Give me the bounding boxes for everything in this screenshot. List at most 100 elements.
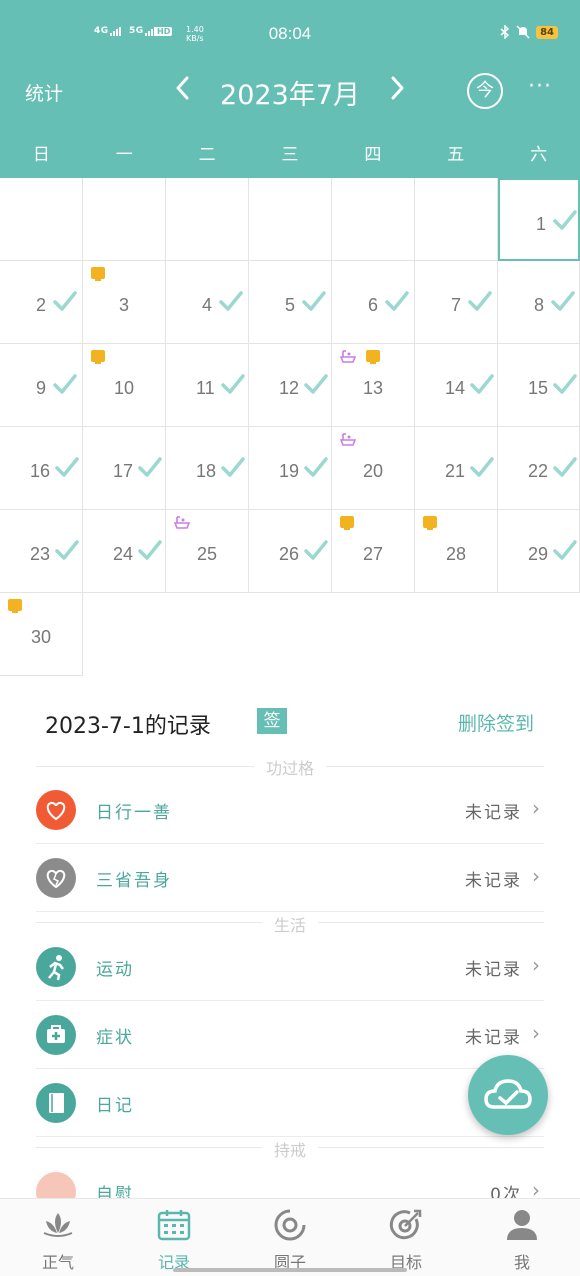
day-number: 26: [279, 544, 300, 564]
calendar-day-15[interactable]: 15: [498, 344, 580, 427]
calendar-day-17[interactable]: 17: [83, 427, 166, 510]
notebook-icon: [36, 1083, 76, 1123]
weekday-wed: 三: [281, 145, 299, 165]
calendar-icon: [157, 1210, 191, 1241]
calendar-day-30[interactable]: 30: [0, 593, 83, 676]
check-icon: [553, 540, 577, 560]
calendar-empty-cell: [0, 178, 83, 261]
weekday-header: 日 一 二 三 四 五 六: [0, 140, 580, 165]
cloud-sync-button[interactable]: [468, 1055, 548, 1135]
day-number: 1: [536, 214, 547, 234]
check-icon: [553, 374, 577, 394]
calendar-day-20[interactable]: 20: [332, 427, 415, 510]
calendar-day-27[interactable]: 27: [332, 510, 415, 593]
record-item-value: 未记录: [465, 803, 522, 823]
bluetooth-icon: [500, 25, 510, 39]
calendar-day-11[interactable]: 11: [166, 344, 249, 427]
app-root: 4G 5G HD 1.40 KB/s 08:04 84 统计 2023年7月 今 …: [0, 0, 580, 1276]
record-item-self-reflect[interactable]: 三省吾身 未记录 ›: [36, 844, 544, 912]
check-icon: [470, 374, 494, 394]
check-icon: [138, 457, 162, 477]
today-button[interactable]: 今: [467, 73, 503, 109]
tab-yuanzi[interactable]: 圆子: [232, 1199, 348, 1276]
record-item-value: 未记录: [465, 871, 522, 891]
calendar-empty-cell: [332, 178, 415, 261]
tv-icon: [91, 267, 105, 281]
bath-icon: [173, 516, 191, 529]
bath-icon: [339, 433, 357, 446]
weekday-tue: 二: [198, 145, 216, 165]
day-number: 27: [363, 544, 384, 564]
day-number: 6: [368, 295, 379, 315]
day-number: 29: [528, 544, 549, 564]
tab-me[interactable]: 我: [464, 1199, 580, 1276]
calendar-day-2[interactable]: 2: [0, 261, 83, 344]
day-number: 30: [31, 627, 52, 647]
calendar-day-6[interactable]: 6: [332, 261, 415, 344]
calendar-day-22[interactable]: 22: [498, 427, 580, 510]
more-icon[interactable]: ···: [528, 74, 552, 99]
calendar-day-8[interactable]: 8: [498, 261, 580, 344]
calendar-empty-cell: [415, 178, 498, 261]
calendar-day-21[interactable]: 21: [415, 427, 498, 510]
record-item-exercise[interactable]: 运动 未记录 ›: [36, 933, 544, 1001]
chevron-left-icon[interactable]: [170, 73, 196, 110]
tab-zhengqi[interactable]: 正气: [0, 1199, 116, 1276]
day-number: 28: [446, 544, 467, 564]
record-title: 2023-7-1的记录: [45, 714, 211, 739]
battery-icon: 84: [536, 25, 558, 39]
calendar-day-26[interactable]: 26: [249, 510, 332, 593]
status-time: 08:04: [268, 24, 312, 43]
check-icon: [138, 540, 162, 560]
calendar-day-14[interactable]: 14: [415, 344, 498, 427]
calendar-day-1[interactable]: 1: [498, 178, 580, 261]
calendar-day-19[interactable]: 19: [249, 427, 332, 510]
day-number: 16: [30, 461, 51, 481]
check-icon: [53, 291, 77, 311]
day-number: 2: [36, 295, 47, 315]
heart-icon: [36, 790, 76, 830]
chevron-right-icon: ›: [532, 953, 540, 977]
tab-record[interactable]: 记录: [116, 1199, 232, 1276]
record-item-value: 未记录: [465, 1028, 522, 1048]
tv-icon: [8, 599, 22, 613]
chevron-right-icon[interactable]: [384, 73, 410, 110]
chevron-right-icon: ›: [532, 796, 540, 820]
check-icon: [304, 540, 328, 560]
calendar-day-3[interactable]: 3: [83, 261, 166, 344]
day-number: 25: [197, 544, 218, 564]
mute-icon: [516, 25, 530, 39]
tab-goal[interactable]: 目标: [348, 1199, 464, 1276]
lotus-icon: [43, 1213, 73, 1237]
day-number: 10: [114, 378, 135, 398]
calendar-day-29[interactable]: 29: [498, 510, 580, 593]
check-icon: [468, 291, 492, 311]
calendar-day-16[interactable]: 16: [0, 427, 83, 510]
calendar-day-12[interactable]: 12: [249, 344, 332, 427]
check-icon: [551, 291, 575, 311]
check-icon: [53, 374, 77, 394]
calendar-day-10[interactable]: 10: [83, 344, 166, 427]
delete-sign-button[interactable]: 删除签到: [458, 709, 534, 736]
day-number: 13: [363, 378, 384, 398]
check-icon: [55, 457, 79, 477]
calendar-day-24[interactable]: 24: [83, 510, 166, 593]
calendar-day-23[interactable]: 23: [0, 510, 83, 593]
calendar-day-7[interactable]: 7: [415, 261, 498, 344]
tv-icon: [366, 350, 380, 364]
calendar-day-13[interactable]: 13: [332, 344, 415, 427]
stats-button[interactable]: 统计: [25, 79, 63, 106]
calendar-day-25[interactable]: 25: [166, 510, 249, 593]
weekday-fri: 五: [447, 145, 465, 165]
calendar-day-4[interactable]: 4: [166, 261, 249, 344]
status-right-icons: 84: [500, 25, 558, 39]
check-icon: [304, 374, 328, 394]
calendar-day-18[interactable]: 18: [166, 427, 249, 510]
bottom-tab-bar: 正气 记录 圆子 目标 我: [0, 1198, 580, 1276]
tv-icon: [91, 350, 105, 364]
calendar-day-9[interactable]: 9: [0, 344, 83, 427]
calendar-day-5[interactable]: 5: [249, 261, 332, 344]
calendar-day-28[interactable]: 28: [415, 510, 498, 593]
running-icon: [36, 947, 76, 987]
record-item-good-deed[interactable]: 日行一善 未记录 ›: [36, 776, 544, 844]
